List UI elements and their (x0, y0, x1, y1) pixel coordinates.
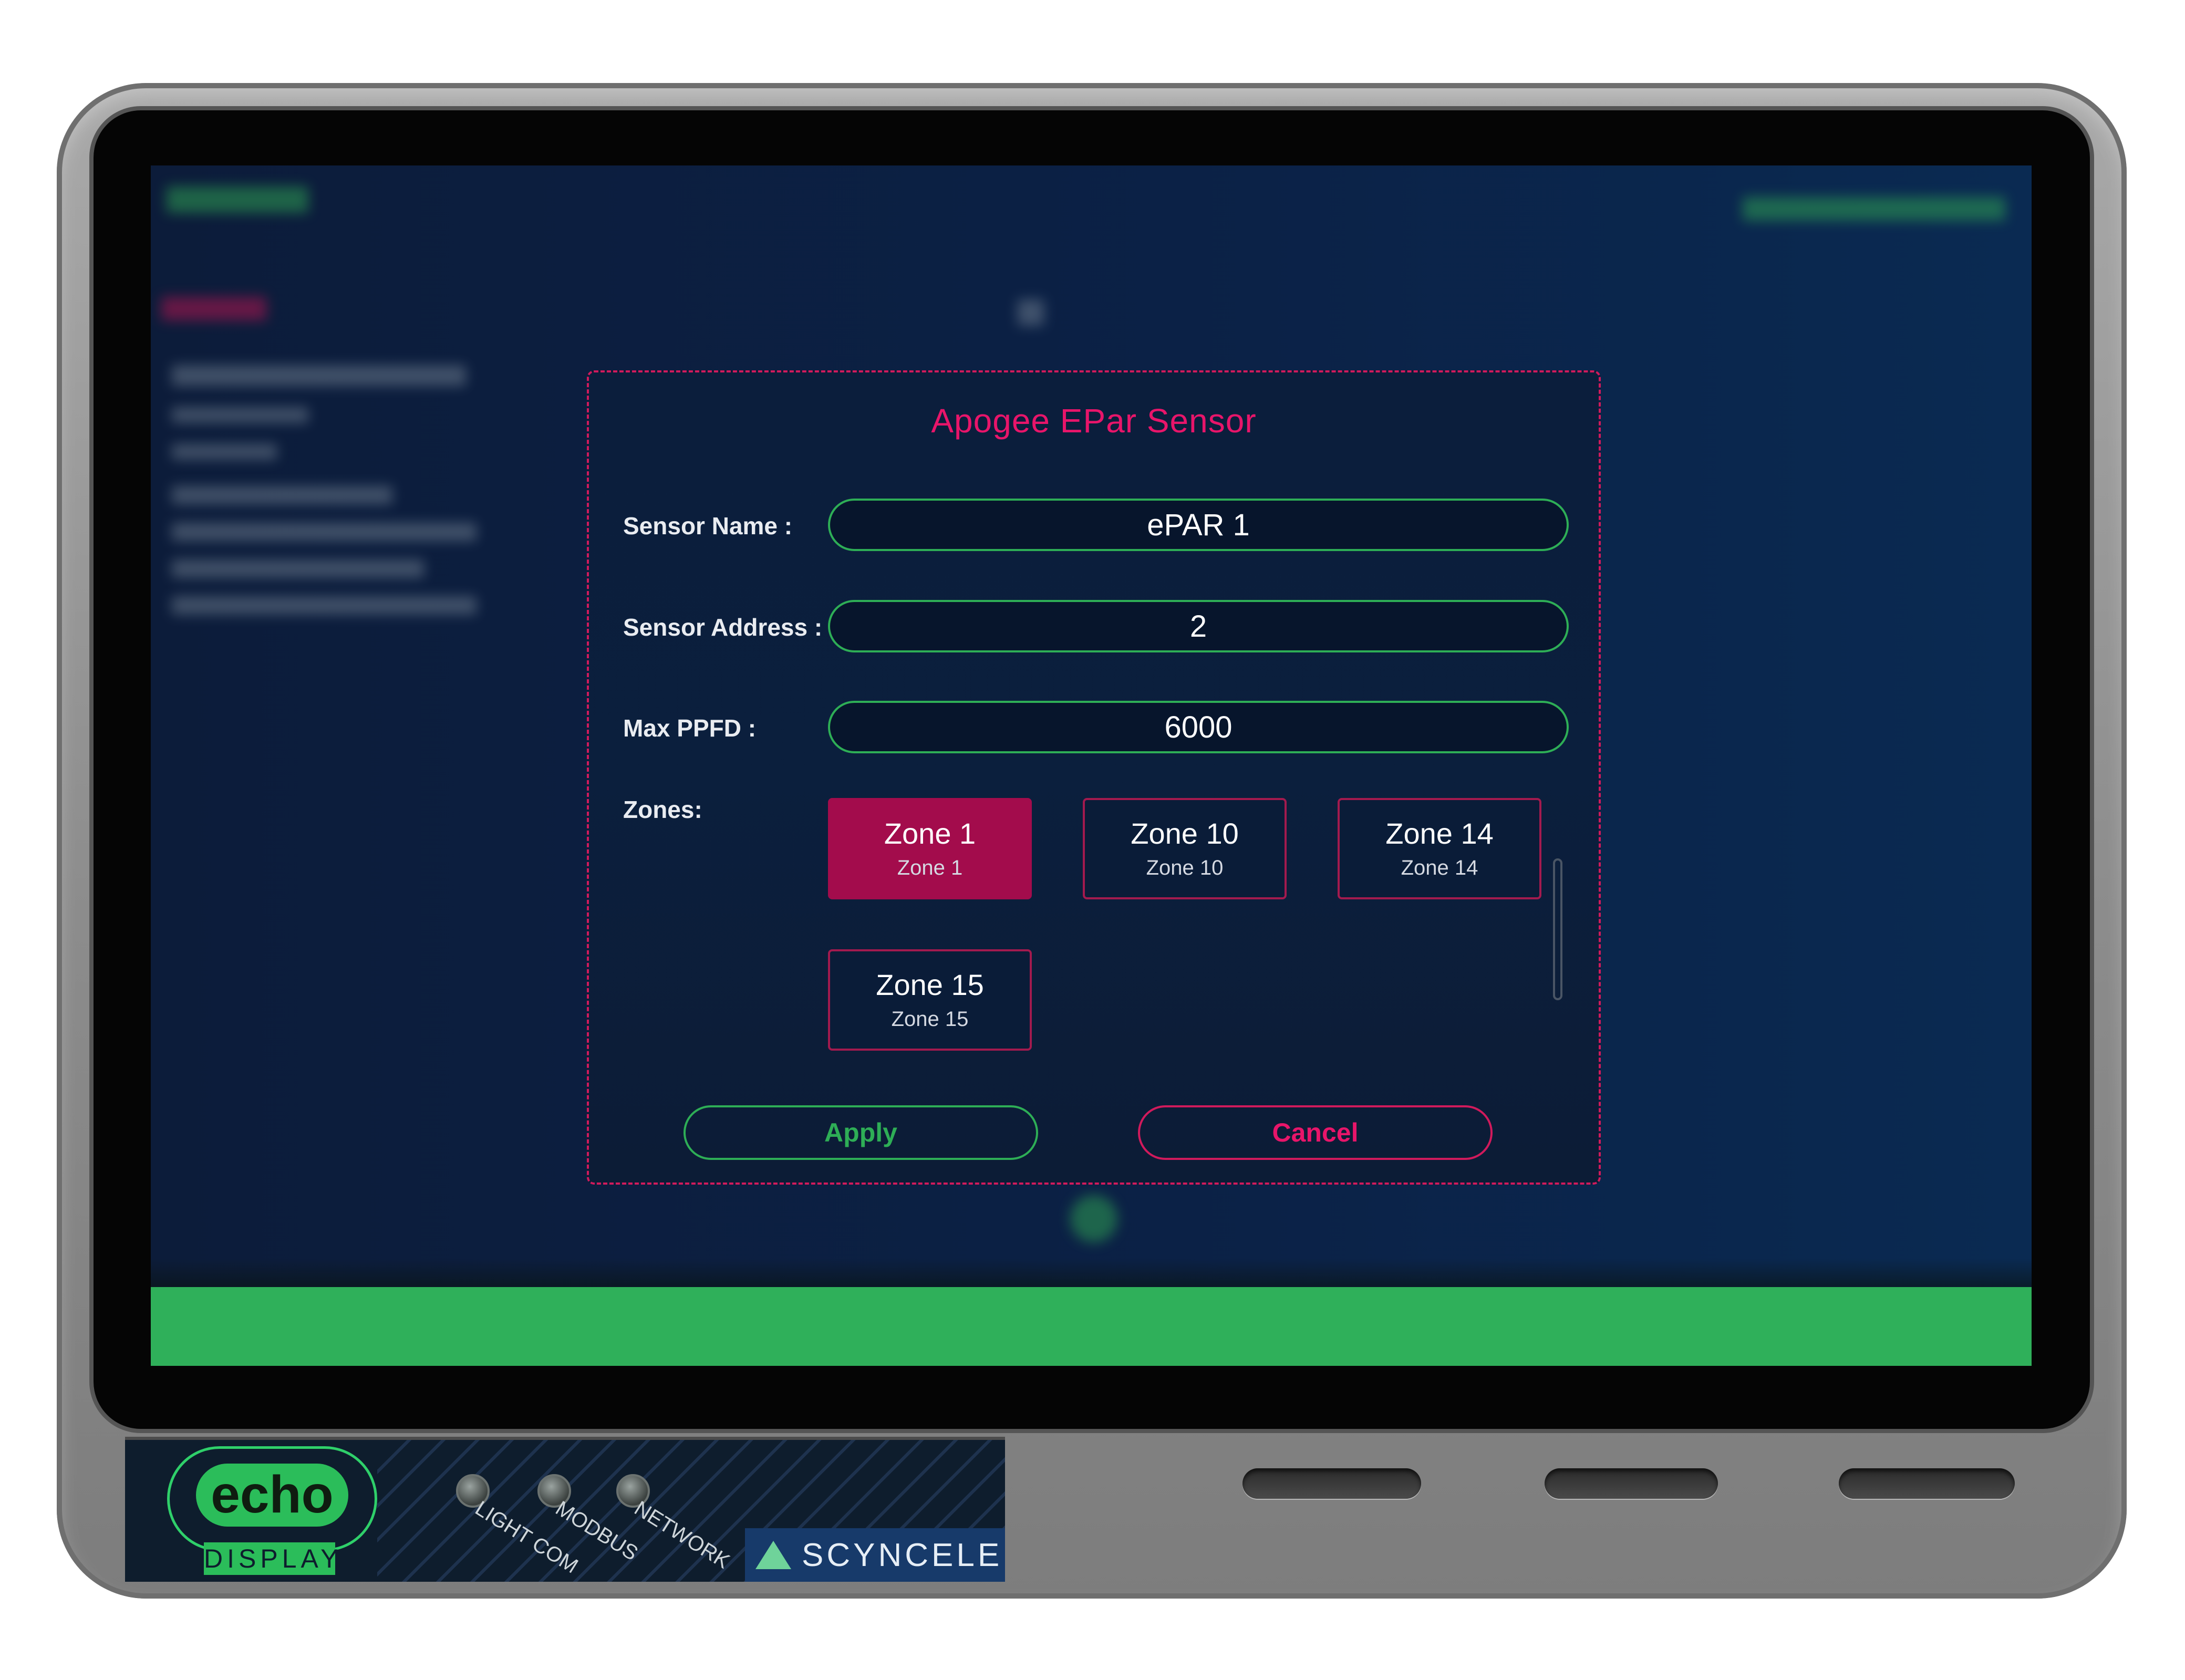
echo-logo: echo (196, 1464, 348, 1527)
brand-badge: SCYNCELED (745, 1528, 1005, 1582)
sensor-name-input[interactable] (828, 499, 1569, 551)
zone-tile-zone-10[interactable]: Zone 10 Zone 10 (1083, 798, 1287, 899)
blurred-row (172, 486, 392, 504)
blurred-row (172, 365, 466, 386)
zone-tile-zone-1[interactable]: Zone 1 Zone 1 (828, 798, 1032, 899)
speaker-vent (1839, 1468, 2015, 1499)
max-ppfd-input[interactable] (828, 701, 1569, 753)
blurred-header-status (1743, 197, 2005, 221)
sensor-settings-dialog: Apogee EPar Sensor Sensor Name : Sensor … (587, 370, 1601, 1185)
zone-subtitle: Zone 14 (1401, 856, 1478, 879)
zone-name: Zone 14 (1385, 816, 1494, 850)
zones-label: Zones: (623, 796, 702, 823)
zone-tile-zone-14[interactable]: Zone 14 Zone 14 (1338, 798, 1541, 899)
zone-tile-zone-15[interactable]: Zone 15 Zone 15 (828, 949, 1032, 1051)
device-label-panel: echo DISPLAY LIGHT COM MODBUS NETWORK SC… (125, 1437, 1005, 1582)
speaker-vent (1545, 1468, 1718, 1499)
zone-subtitle: Zone 1 (897, 856, 963, 879)
blurred-row (172, 596, 477, 615)
zone-subtitle: Zone 15 (891, 1007, 969, 1031)
blurred-icon (1018, 299, 1044, 326)
apply-button[interactable]: Apply (684, 1105, 1038, 1160)
blurred-row (172, 407, 308, 423)
sensor-name-label: Sensor Name : (623, 512, 793, 540)
sensor-address-label: Sensor Address : (623, 614, 823, 641)
brand-logo-icon (755, 1541, 791, 1569)
blurred-indicator (1070, 1195, 1117, 1242)
display-badge: DISPLAY (204, 1542, 338, 1575)
blurred-header-logo (167, 186, 308, 213)
sensor-address-input[interactable] (828, 600, 1569, 652)
speaker-vent (1242, 1468, 1421, 1499)
brand-name: SCYNCELED (802, 1537, 1005, 1573)
zone-name: Zone 1 (884, 816, 976, 850)
zone-subtitle: Zone 10 (1146, 856, 1224, 879)
zone-name: Zone 10 (1131, 816, 1239, 850)
zone-name: Zone 15 (876, 968, 984, 1001)
blurred-row (172, 523, 477, 541)
max-ppfd-label: Max PPFD : (623, 714, 757, 742)
blurred-row (172, 559, 424, 578)
dialog-title: Apogee EPar Sensor (931, 402, 1257, 440)
blurred-row (172, 444, 277, 460)
touch-screen: Apogee EPar Sensor Sensor Name : Sensor … (151, 165, 2032, 1366)
blurred-section-title (161, 297, 266, 320)
background-footer-bar (151, 1287, 2032, 1366)
cancel-button[interactable]: Cancel (1138, 1105, 1493, 1160)
zones-scrollbar[interactable] (1553, 858, 1562, 1000)
